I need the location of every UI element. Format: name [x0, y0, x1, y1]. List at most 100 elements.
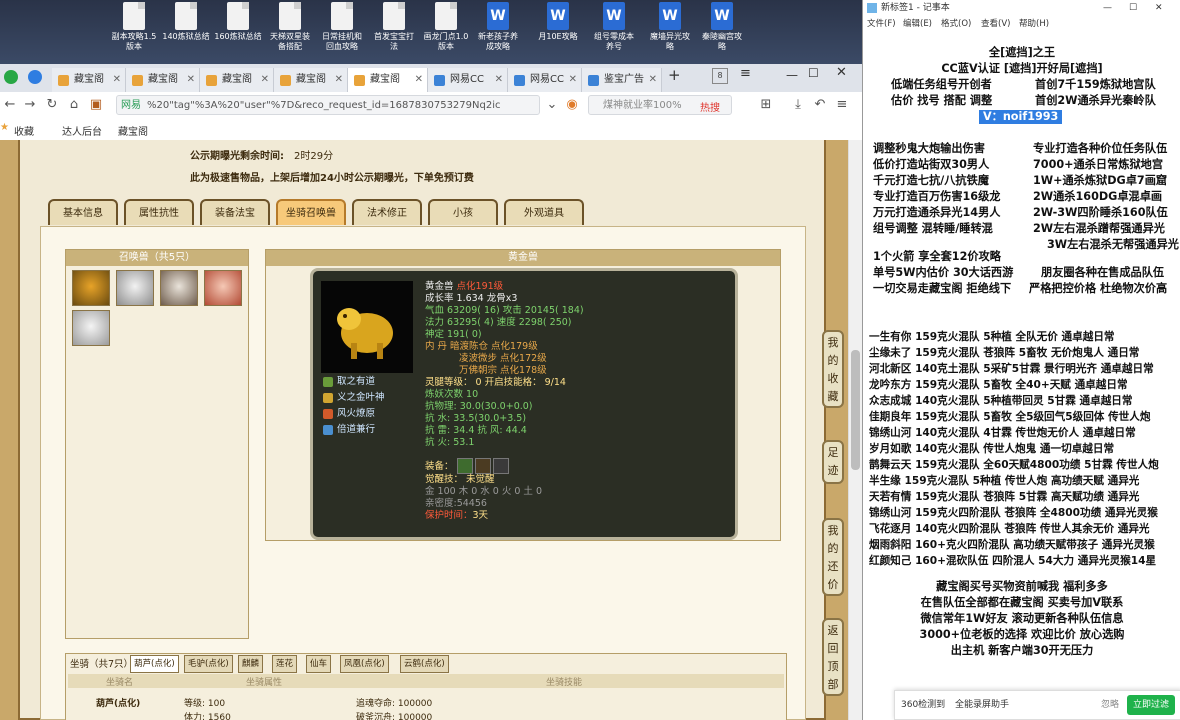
notepad-line: 微信常年1W好友 滚动更新各种队伍信息 — [920, 612, 1124, 625]
mount-tab-5[interactable]: 仙车 — [306, 655, 332, 673]
mount-tab-6[interactable]: 凤凰(点化) — [340, 655, 389, 673]
tab-close-icon[interactable]: ✕ — [649, 68, 657, 92]
menu-edit[interactable]: 编辑(E) — [903, 16, 932, 32]
desktop-icon-1[interactable]: 副本攻略1.5 版本 — [106, 2, 162, 52]
close-window-icon[interactable]: ✕ — [836, 65, 847, 80]
popup-label: 360检测到 — [901, 700, 946, 710]
hot-search-label[interactable]: 热搜 — [700, 99, 720, 114]
pinned-tab-icon[interactable] — [28, 70, 42, 84]
dropdown-icon[interactable]: ⌄ — [544, 96, 560, 114]
more-icon[interactable]: ≡ — [834, 96, 850, 114]
popup-action-button[interactable]: 立即过滤 — [1127, 695, 1176, 715]
shield-icon[interactable]: ◉ — [564, 96, 580, 114]
desktop-icon-6[interactable]: 首发宝宝打 法 — [366, 2, 422, 52]
desktop-icon-10[interactable]: W 组号零成本 养号 — [586, 2, 642, 52]
browser-tab[interactable]: 网易CC ✕ — [428, 68, 508, 92]
notepad-close-icon[interactable]: ✕ — [1155, 0, 1163, 16]
desktop-icon-9[interactable]: W 月10E攻略 — [530, 2, 586, 42]
browser-tab[interactable]: 藏宝阁 ✕ — [52, 68, 126, 92]
summon-avatar-2[interactable] — [116, 270, 154, 306]
notepad-line: 7000+通杀日常炼狱地宫 — [1033, 158, 1164, 171]
menu-icon[interactable]: ≡ — [740, 66, 751, 81]
tab-close-icon[interactable]: ✕ — [187, 68, 195, 92]
my-favorites-button[interactable]: 我的收藏 — [822, 330, 844, 408]
browser-tab[interactable]: 藏宝阁 ✕ — [200, 68, 274, 92]
tab-spells[interactable]: 法术修正 — [352, 199, 422, 225]
notepad-maximize-icon[interactable]: ☐ — [1129, 0, 1137, 16]
tab-attributes[interactable]: 属性抗性 — [124, 199, 194, 225]
tab-equipment[interactable]: 装备法宝 — [200, 199, 270, 225]
desktop-icon-4[interactable]: 天梯双星装 备搭配 — [262, 2, 318, 52]
forward-icon[interactable]: → — [22, 96, 38, 114]
mount-tab-2[interactable]: 毛驴(点化) — [184, 655, 233, 673]
menu-view[interactable]: 查看(V) — [981, 16, 1010, 32]
fav-item-cbg[interactable]: 藏宝阁 — [118, 123, 148, 138]
home-icon[interactable]: ⌂ — [66, 96, 82, 114]
reload-icon[interactable]: ↻ — [44, 96, 60, 114]
page-scrollbar[interactable] — [848, 140, 863, 720]
desktop-icon-5[interactable]: 日常挂机和 回血攻略 — [314, 2, 370, 52]
equip-slot-3[interactable] — [493, 458, 509, 474]
fav-item-collect[interactable]: 收藏 — [14, 123, 34, 138]
new-tab-button[interactable]: + — [668, 66, 681, 84]
tab-children[interactable]: 小孩 — [428, 199, 498, 225]
menu-format[interactable]: 格式(O) — [941, 16, 971, 32]
tab-favicon-icon — [434, 75, 445, 86]
desktop-icon-7[interactable]: 画龙门点1.0 版本 — [418, 2, 474, 52]
wallet-icon[interactable]: ▣ — [88, 96, 104, 114]
footprint-button[interactable]: 足迹 — [822, 440, 844, 484]
desktop-icon-8[interactable]: W 新老孩子养 成攻略 — [470, 2, 526, 52]
apps-grid-icon[interactable]: ⊞ — [758, 96, 774, 114]
mount-tab-1[interactable]: 葫芦(点化) — [130, 655, 179, 673]
url-input[interactable]: 网易 %20"tag"%3A%20"user"%7D&reco_request_i… — [116, 95, 540, 115]
browser-logo-icon[interactable] — [4, 70, 18, 84]
tab-basic-info[interactable]: 基本信息 — [48, 199, 118, 225]
menu-help[interactable]: 帮助(H) — [1019, 16, 1049, 32]
summon-avatar-1[interactable] — [72, 270, 110, 306]
mount-tab-3[interactable]: 麒麟 — [238, 655, 264, 673]
fav-item-creator[interactable]: 达人后台 — [62, 123, 102, 138]
browser-tab[interactable]: 网易CC ✕ — [508, 68, 582, 92]
summon-avatar-4[interactable] — [204, 270, 242, 306]
scrollbar-thumb[interactable] — [851, 350, 860, 470]
tab-appearance[interactable]: 外观道具 — [504, 199, 584, 225]
maximize-window-icon[interactable]: ☐ — [808, 66, 819, 80]
equip-slot-1[interactable] — [457, 458, 473, 474]
summon-skill-2[interactable]: 义之金叶神 — [323, 391, 385, 405]
summon-avatar-3[interactable] — [160, 270, 198, 306]
summon-skill-3[interactable]: 风火燎原 — [323, 407, 375, 421]
back-to-top-button[interactable]: 返回顶部 — [822, 618, 844, 696]
summon-detail-header: 黄金兽 — [266, 250, 780, 266]
mount-tab-7[interactable]: 云鹤(点化) — [400, 655, 449, 673]
tab-close-icon[interactable]: ✕ — [113, 68, 121, 92]
desktop-icon-12[interactable]: W 秦陵幽宫攻 略 — [694, 2, 750, 52]
summon-skill-4[interactable]: 倍道兼行 — [323, 423, 375, 437]
browser-tab[interactable]: 鉴宝广告 ✕ — [582, 68, 662, 92]
tab-close-icon[interactable]: ✕ — [495, 68, 503, 92]
browser-tab[interactable]: 藏宝阁 ✕ — [274, 68, 348, 92]
notepad-text-area[interactable]: 全[遮挡]之王 CC蓝V认证 [遮挡]开好局[遮挡] 低端任务组号开创者 估价 找号 … — [863, 32, 1180, 720]
popup-ignore-button[interactable]: 忽略 — [1101, 691, 1119, 719]
notepad-minimize-icon[interactable]: — — [1103, 0, 1112, 16]
tab-count-badge[interactable]: 8 — [712, 68, 728, 84]
minimize-window-icon[interactable]: — — [786, 68, 798, 82]
back-icon[interactable]: ← — [2, 96, 18, 114]
summon-avatar-5[interactable] — [72, 310, 110, 346]
tab-close-icon[interactable]: ✕ — [335, 68, 343, 92]
desktop-icon-2[interactable]: 140炼狱总结 — [158, 2, 214, 42]
mount-tab-4[interactable]: 莲花 — [272, 655, 298, 673]
tab-close-icon[interactable]: ✕ — [261, 68, 269, 92]
undo-icon[interactable]: ↶ — [812, 96, 828, 114]
tab-close-icon[interactable]: ✕ — [415, 68, 423, 92]
download-icon[interactable]: ⤓ — [790, 96, 806, 114]
desktop-icon-11[interactable]: W 魔墙异光攻 略 — [642, 2, 698, 52]
browser-tab[interactable]: 藏宝阁 ✕ — [348, 68, 428, 92]
menu-file[interactable]: 文件(F) — [867, 16, 896, 32]
desktop-icon-3[interactable]: 160炼狱总结 — [210, 2, 266, 42]
tab-close-icon[interactable]: ✕ — [569, 68, 577, 92]
summon-skill-1[interactable]: 取之有道 — [323, 375, 375, 389]
equip-slot-2[interactable] — [475, 458, 491, 474]
my-bargain-button[interactable]: 我的还价 — [822, 518, 844, 596]
tab-mounts-summons[interactable]: 坐骑召唤兽 — [276, 199, 346, 225]
browser-tab[interactable]: 藏宝阁 ✕ — [126, 68, 200, 92]
